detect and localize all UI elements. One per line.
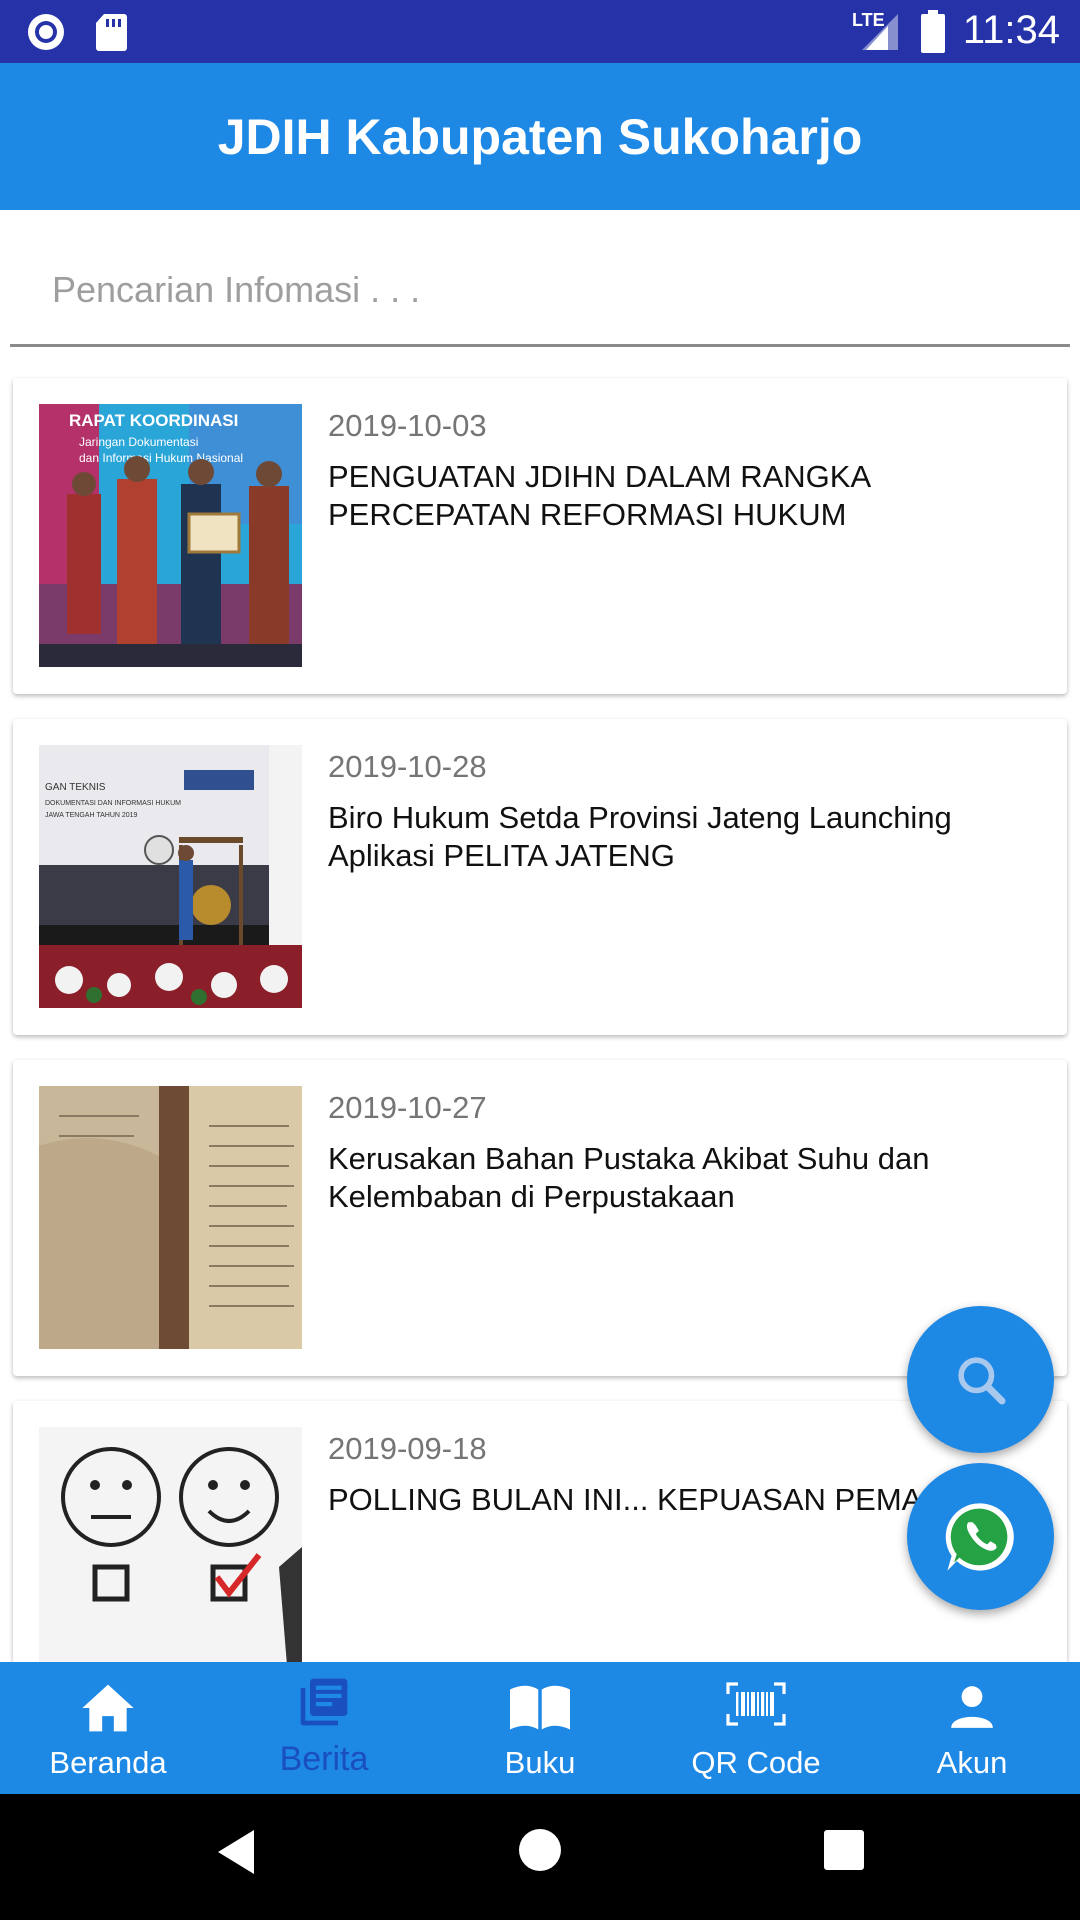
news-title: PENGUATAN JDIHN DALAM RANGKA PERCEPATAN … — [328, 459, 870, 532]
book-icon — [510, 1685, 570, 1730]
whatsapp-icon — [945, 1502, 1014, 1571]
app-bar: JDIH Kabupaten Sukoharjo — [0, 63, 1080, 210]
news-thumbnail: GAN TEKNIS DOKUMENTASI DAN INFORMASI HUK… — [39, 745, 302, 1008]
barcode-icon — [726, 1682, 786, 1726]
nav-label: Berita — [279, 1740, 369, 1778]
svg-text:GAN TEKNIS: GAN TEKNIS — [45, 782, 106, 793]
status-bar: LTE 11:34 — [0, 0, 1080, 63]
news-icon — [300, 1678, 348, 1726]
svg-text:DOKUMENTASI DAN INFORMASI HUKU: DOKUMENTASI DAN INFORMASI HUKUM — [45, 800, 181, 807]
svg-text:Jaringan Dokumentasi: Jaringan Dokumentasi — [79, 435, 198, 449]
news-date: 2019-10-27 — [328, 1090, 487, 1125]
news-card[interactable]: 2019-10-27 Kerusakan Bahan Pustaka Akiba… — [13, 1060, 1067, 1376]
notification-circle-icon — [28, 14, 64, 50]
news-date: 2019-10-03 — [328, 408, 487, 443]
nav-label: Akun — [936, 1745, 1008, 1780]
nav-item-buku[interactable]: Buku — [432, 1662, 648, 1794]
search-bar — [10, 250, 1070, 347]
svg-text:RAPAT KOORDINASI: RAPAT KOORDINASI — [69, 411, 238, 430]
nav-label: Buku — [504, 1745, 576, 1780]
whatsapp-fab[interactable] — [907, 1463, 1054, 1610]
person-icon — [951, 1686, 993, 1728]
news-date: 2019-09-18 — [328, 1431, 487, 1466]
app-title: JDIH Kabupaten Sukoharjo — [217, 108, 863, 165]
search-icon — [957, 1356, 1005, 1404]
nav-item-berita[interactable]: Berita — [216, 1662, 432, 1794]
sd-card-icon — [96, 14, 127, 51]
home-icon — [82, 1684, 134, 1732]
news-date: 2019-10-28 — [328, 749, 487, 784]
system-navigation-bar — [0, 1794, 1080, 1920]
nav-label: QR Code — [691, 1745, 821, 1780]
nav-label: Beranda — [49, 1745, 167, 1780]
news-title: POLLING BULAN INI... KEPUASAN PEMAK — [328, 1482, 944, 1517]
svg-text:dan Informasi Hukum Nasional: dan Informasi Hukum Nasional — [79, 451, 243, 465]
news-title: Biro Hukum Setda Provinsi Jateng Launchi… — [328, 800, 952, 873]
news-thumbnail: RAPAT KOORDINASI Jaringan Dokumentasi da… — [39, 404, 302, 667]
search-fab[interactable] — [907, 1306, 1054, 1453]
news-card[interactable]: RAPAT KOORDINASI Jaringan Dokumentasi da… — [13, 378, 1067, 694]
home-button-icon[interactable] — [518, 1828, 562, 1872]
nav-item-akun[interactable]: Akun — [864, 1662, 1080, 1794]
bottom-navigation: Beranda Berita Buku QR Code Akun — [0, 1662, 1080, 1794]
nav-item-qr-code[interactable]: QR Code — [648, 1662, 864, 1794]
news-title: Kerusakan Bahan Pustaka Akibat Suhu dan … — [328, 1141, 930, 1214]
recents-icon[interactable] — [824, 1830, 864, 1870]
battery-icon — [921, 10, 945, 53]
nav-item-beranda[interactable]: Beranda — [0, 1662, 216, 1794]
news-thumbnail — [39, 1427, 302, 1690]
lte-signal-icon — [862, 14, 898, 50]
status-time: 11:34 — [962, 8, 1060, 52]
search-input[interactable] — [52, 258, 1032, 322]
back-icon[interactable] — [214, 1826, 258, 1878]
svg-text:JAWA TENGAH TAHUN 2019: JAWA TENGAH TAHUN 2019 — [45, 812, 138, 819]
news-thumbnail — [39, 1086, 302, 1349]
news-card[interactable]: GAN TEKNIS DOKUMENTASI DAN INFORMASI HUK… — [13, 719, 1067, 1035]
